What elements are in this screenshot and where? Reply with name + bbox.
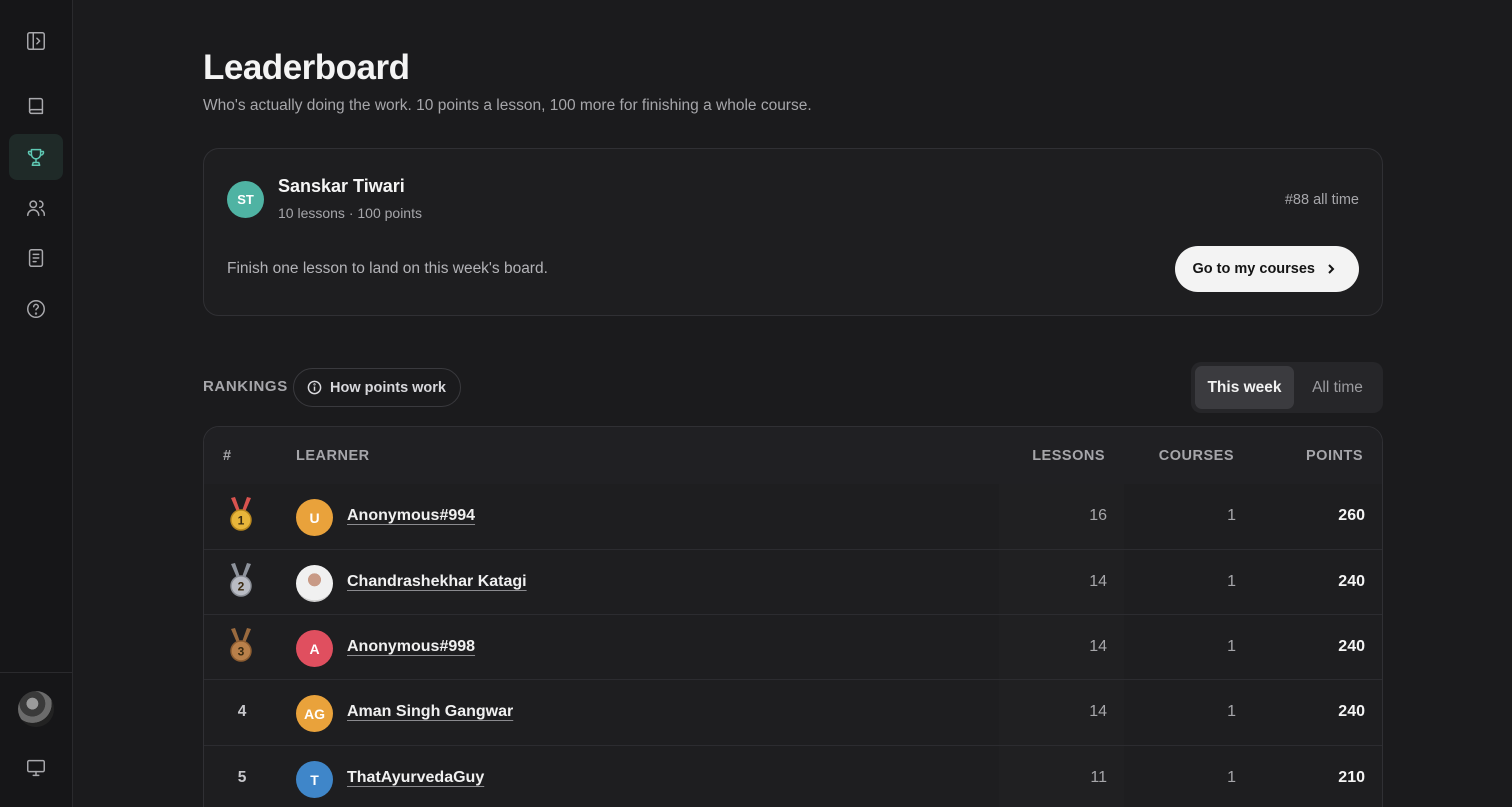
courses-count: 1 <box>1227 573 1236 590</box>
points-count: 260 <box>1338 507 1365 524</box>
courses-count: 1 <box>1227 703 1236 720</box>
trophy-icon[interactable] <box>9 134 63 180</box>
header-learner: LEARNER <box>296 448 370 464</box>
courses-count: 1 <box>1227 507 1236 524</box>
gold-medal-icon: 1 <box>230 497 252 531</box>
table-row[interactable]: 3 A Anonymous#998 14 1 240 <box>204 614 1382 680</box>
my-hint: Finish one lesson to land on this week's… <box>227 260 548 277</box>
rank-number: 4 <box>237 703 247 720</box>
lessons-count: 16 <box>1089 507 1107 524</box>
how-points-work-button[interactable]: How points work <box>293 368 461 407</box>
rankings-label: RANKINGS <box>203 378 288 395</box>
go-to-courses-button[interactable]: Go to my courses <box>1174 246 1359 292</box>
my-avatar: ST <box>227 181 264 218</box>
table-row[interactable]: 5 T ThatAyurvedaGuy 11 1 210 <box>204 745 1382 807</box>
lessons-count: 14 <box>1089 638 1107 655</box>
points-count: 240 <box>1338 638 1365 655</box>
silver-medal-icon: 2 <box>230 563 252 597</box>
book-icon[interactable] <box>9 83 63 129</box>
leaderboard-table: # LEARNER LESSONS COURSES POINTS 1 U Ano… <box>203 426 1383 807</box>
points-count: 240 <box>1338 573 1365 590</box>
my-name: Sanskar Tiwari <box>278 176 405 196</box>
header-lessons: LESSONS <box>1032 448 1105 464</box>
avatar <box>296 565 333 602</box>
table-row[interactable]: 1 U Anonymous#994 16 1 260 <box>204 484 1382 550</box>
my-rank: #88 all time <box>1284 192 1359 208</box>
learner-name[interactable]: Anonymous#998 <box>347 638 475 656</box>
learner-name[interactable]: ThatAyurvedaGuy <box>347 769 484 787</box>
learner-name[interactable]: Chandrashekhar Katagi <box>347 573 527 591</box>
tab-all-time[interactable]: All time <box>1296 366 1379 409</box>
page-subtitle: Who's actually doing the work. 10 points… <box>203 97 812 114</box>
table-row[interactable]: 2 Chandrashekhar Katagi 14 1 240 <box>204 549 1382 615</box>
table-header: # LEARNER LESSONS COURSES POINTS <box>204 427 1382 484</box>
rank-number: 5 <box>237 769 247 786</box>
avatar: U <box>296 499 333 536</box>
how-points-work-label: How points work <box>330 379 446 396</box>
user-avatar[interactable] <box>18 691 54 727</box>
medal-rank-number: 3 <box>238 645 245 659</box>
page-title: Leaderboard <box>203 48 410 87</box>
courses-count: 1 <box>1227 769 1236 786</box>
my-stats: 10 lessons · 100 points <box>278 205 422 221</box>
header-rank: # <box>223 448 232 464</box>
learner-name[interactable]: Anonymous#994 <box>347 507 475 525</box>
go-to-courses-label: Go to my courses <box>1192 261 1315 277</box>
header-courses: COURSES <box>1158 448 1234 464</box>
points-count: 210 <box>1338 769 1365 786</box>
period-toggle: This week All time <box>1191 362 1383 413</box>
help-icon[interactable] <box>9 286 63 332</box>
document-icon[interactable] <box>9 235 63 281</box>
lessons-count: 14 <box>1089 703 1107 720</box>
info-icon <box>307 380 322 395</box>
tab-this-week[interactable]: This week <box>1195 366 1294 409</box>
courses-count: 1 <box>1227 638 1236 655</box>
medal-rank-number: 2 <box>238 580 245 594</box>
avatar: AG <box>296 695 333 732</box>
bronze-medal-icon: 3 <box>230 628 252 662</box>
lessons-count: 11 <box>1090 769 1107 786</box>
header-points: POINTS <box>1306 448 1363 464</box>
sidebar-divider <box>0 672 73 673</box>
lessons-count: 14 <box>1089 573 1107 590</box>
sidebar <box>0 0 73 807</box>
table-row[interactable]: 4 AG Aman Singh Gangwar 14 1 240 <box>204 679 1382 745</box>
avatar: T <box>296 761 333 798</box>
sidebar-toggle-icon[interactable] <box>9 18 63 64</box>
avatar: A <box>296 630 333 667</box>
my-rank-card: ST Sanskar Tiwari 10 lessons · 100 point… <box>203 148 1383 316</box>
medal-rank-number: 1 <box>238 514 245 528</box>
learner-name[interactable]: Aman Singh Gangwar <box>347 703 513 721</box>
points-count: 240 <box>1338 703 1365 720</box>
chevron-right-icon <box>1328 264 1335 274</box>
users-icon[interactable] <box>9 185 63 231</box>
monitor-icon[interactable] <box>9 745 63 791</box>
